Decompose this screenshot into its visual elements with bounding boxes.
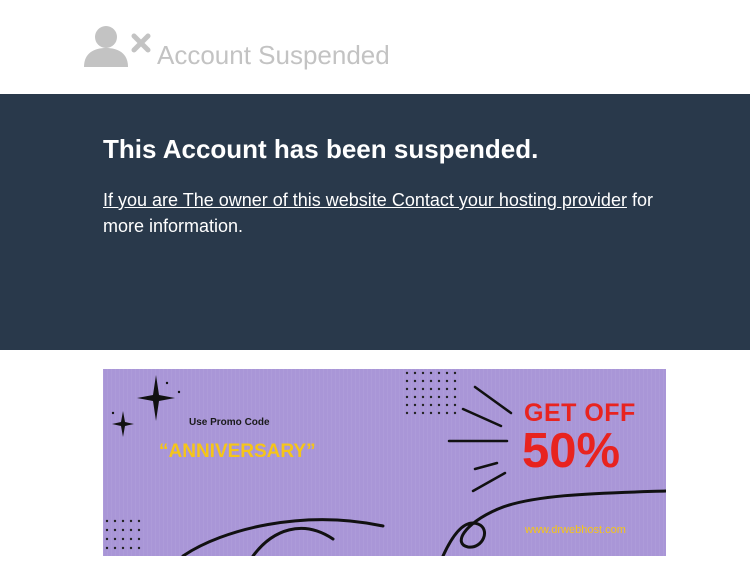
sparkle-icon xyxy=(137,375,175,421)
sparkle-icon xyxy=(112,411,134,437)
page-header: Account Suspended xyxy=(0,0,750,94)
header-title: Account Suspended xyxy=(157,40,390,70)
suspension-message: If you are The owner of this website Con… xyxy=(103,187,663,239)
promo-code: “ANNIVERSARY” xyxy=(159,441,316,462)
suspension-headline: This Account has been suspended. xyxy=(103,134,539,164)
suspension-panel: This Account has been suspended. If you … xyxy=(0,94,750,350)
promo-label: Use Promo Code xyxy=(189,417,270,428)
promo-banner[interactable]: Use Promo Code “ANNIVERSARY” GET OFF 50%… xyxy=(103,369,666,556)
contact-provider-link[interactable]: If you are The owner of this website Con… xyxy=(103,190,627,210)
user-x-icon xyxy=(84,26,151,67)
site-url: www.drwebhost.com xyxy=(525,524,626,536)
offer-percentage: 50% xyxy=(522,424,621,478)
